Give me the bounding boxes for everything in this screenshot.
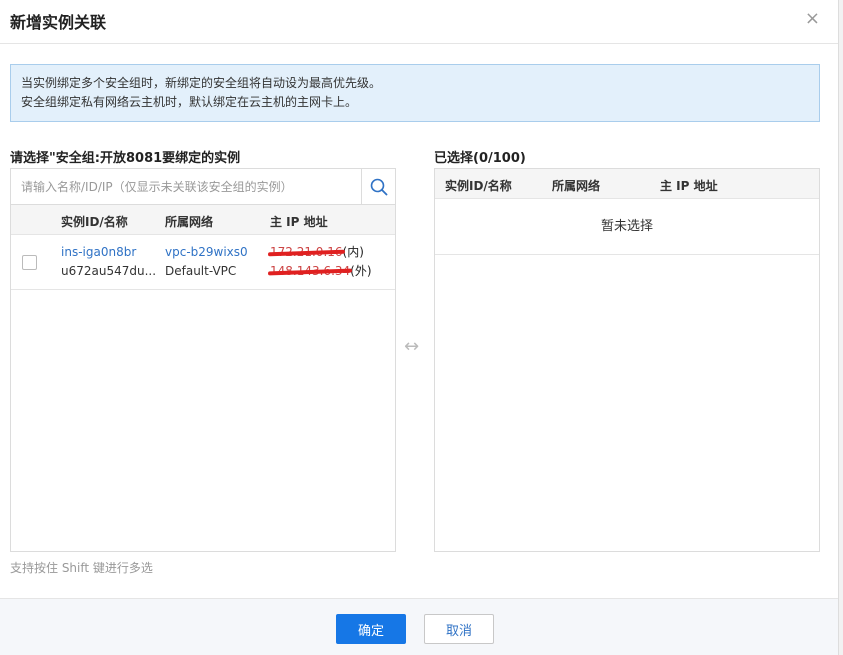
vpc-name: Default-VPC xyxy=(165,264,237,278)
right-panel-title: 已选择(0/100) xyxy=(434,151,526,166)
notice-line-1: 当实例绑定多个安全组时，新绑定的安全组将自动设为最高优先级。 xyxy=(21,76,382,90)
info-notice: 当实例绑定多个安全组时，新绑定的安全组将自动设为最高优先级。 安全组绑定私有网络… xyxy=(10,64,820,122)
dialog-footer: 确定 取消 xyxy=(0,598,838,655)
col-ip: 主 IP 地址 xyxy=(270,215,328,229)
transfer-arrows-icon: ↔ xyxy=(404,336,420,357)
search-icon xyxy=(370,178,387,195)
selected-instances-panel: 实例ID/名称 所属网络 主 IP 地址 暂未选择 xyxy=(434,168,820,552)
search-button[interactable] xyxy=(361,169,395,204)
col-network: 所属网络 xyxy=(552,179,601,193)
close-icon[interactable]: × xyxy=(805,8,820,29)
multi-select-hint: 支持按住 Shift 键进行多选 xyxy=(10,561,153,575)
instance-name: u672au547du... xyxy=(61,264,157,278)
inner-ip-redacted: 172.21.0.16 xyxy=(270,243,343,262)
outer-ip-redacted: 148.143.6.34 xyxy=(270,262,350,281)
outer-ip-suffix: (外) xyxy=(350,264,372,278)
col-instance: 实例ID/名称 xyxy=(61,215,128,229)
dialog: 新增实例关联 × 当实例绑定多个安全组时，新绑定的安全组将自动设为最高优先级。 … xyxy=(0,0,838,655)
left-panel-title: 请选择"安全组:开放8081要绑定的实例 xyxy=(10,151,241,166)
left-table-header: 实例ID/名称 所属网络 主 IP 地址 xyxy=(11,205,395,235)
empty-selection-text: 暂未选择 xyxy=(435,199,819,255)
search-bar xyxy=(11,169,395,205)
confirm-button[interactable]: 确定 xyxy=(336,614,406,644)
right-table-header: 实例ID/名称 所属网络 主 IP 地址 xyxy=(435,169,819,199)
dialog-header: 新增实例关联 × xyxy=(0,0,838,44)
vpc-id-link[interactable]: vpc-b29wixs0 xyxy=(165,243,248,262)
instance-id-link[interactable]: ins-iga0n8br xyxy=(61,243,156,262)
inner-ip: 172.21.0.16(内) xyxy=(270,243,372,262)
outer-ip: 148.143.6.34(外) xyxy=(270,262,372,281)
background-scrollbar xyxy=(838,0,843,655)
table-row[interactable]: ins-iga0n8br u672au547du... vpc-b29wixs0… xyxy=(11,235,395,290)
cancel-button[interactable]: 取消 xyxy=(424,614,494,644)
row-checkbox[interactable] xyxy=(22,255,37,270)
col-instance: 实例ID/名称 xyxy=(445,179,512,193)
available-instances-panel: 实例ID/名称 所属网络 主 IP 地址 ins-iga0n8br u672au… xyxy=(10,168,396,552)
dialog-title: 新增实例关联 xyxy=(10,13,107,32)
search-input[interactable] xyxy=(11,169,361,204)
inner-ip-suffix: (内) xyxy=(342,245,364,259)
col-network: 所属网络 xyxy=(165,215,214,229)
notice-line-2: 安全组绑定私有网络云主机时，默认绑定在云主机的主网卡上。 xyxy=(21,95,358,109)
col-ip: 主 IP 地址 xyxy=(660,179,718,193)
